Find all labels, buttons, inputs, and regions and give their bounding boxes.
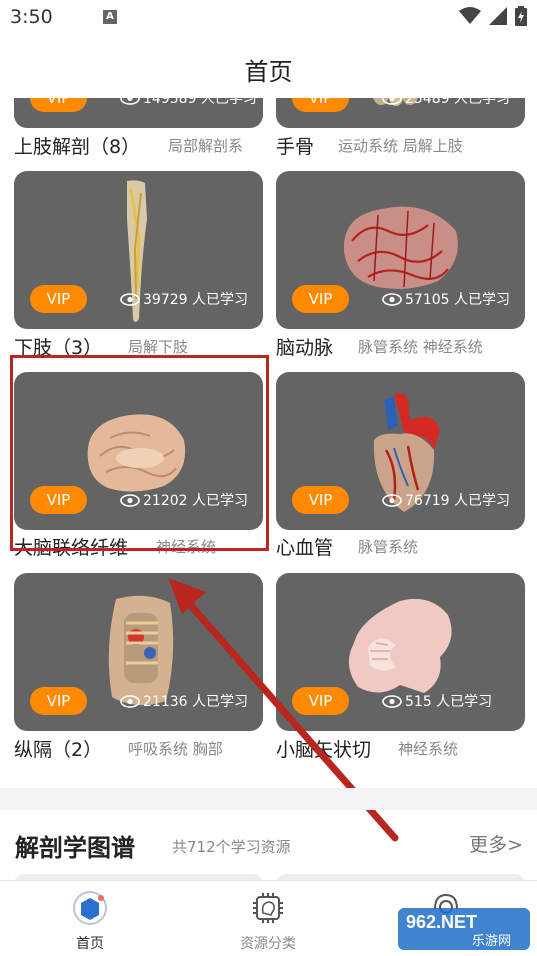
nav-home[interactable]: 首页	[40, 889, 140, 953]
chip-category-icon	[253, 893, 283, 923]
site-watermark-logo: 962.NET 乐游网	[398, 908, 530, 950]
svg-text:乐游网: 乐游网	[472, 934, 511, 949]
nav-label: 首页	[76, 936, 104, 952]
pointer-arrow-icon	[168, 578, 399, 842]
section-subtitle: 共712个学习资源	[172, 838, 291, 856]
section-divider	[0, 788, 537, 810]
more-link[interactable]: 更多>	[469, 830, 523, 857]
svg-text:962.NET: 962.NET	[406, 912, 477, 932]
section-title: 解剖学图谱	[15, 834, 135, 862]
nav-resource-categories[interactable]: 资源分类	[218, 889, 318, 953]
screen: 3:50 A 首页 VIP 149589 人已学习 上肢解剖（8） 局部解剖系 …	[0, 0, 537, 956]
home-atlas-icon	[73, 891, 107, 925]
nav-label: 资源分类	[240, 936, 296, 952]
